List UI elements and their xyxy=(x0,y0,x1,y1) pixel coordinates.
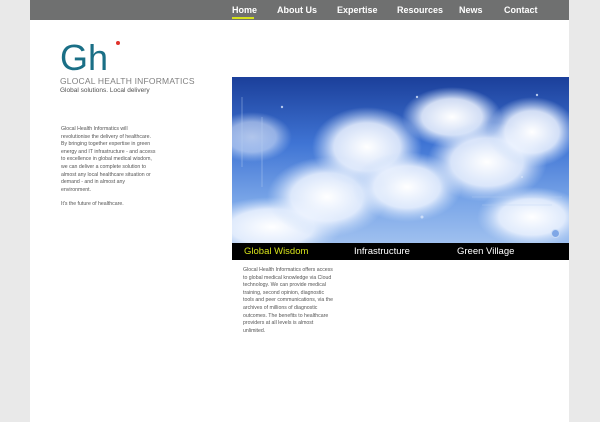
nav-about-us[interactable]: About Us xyxy=(277,3,317,17)
feature-tabs: Global Wisdom Infrastructure Green Villa… xyxy=(232,243,569,260)
nav-home[interactable]: Home xyxy=(232,3,257,17)
tab-description: Glocal Health Informatics offers access … xyxy=(243,267,333,334)
logo-text: Gh xyxy=(60,38,108,78)
brand-name: GLOCAL HEALTH INFORMATICS xyxy=(60,76,195,86)
intro-closing: It's the future of healthcare. xyxy=(61,201,124,208)
tab-infrastructure[interactable]: Infrastructure xyxy=(354,245,410,258)
hero-control-button[interactable] xyxy=(551,229,560,238)
nav-contact[interactable]: Contact xyxy=(504,3,538,17)
tab-green-village[interactable]: Green Village xyxy=(457,245,514,258)
nav-resources[interactable]: Resources xyxy=(397,3,443,17)
page: Home About Us Expertise Resources News C… xyxy=(30,0,569,422)
nav-news[interactable]: News xyxy=(459,3,483,17)
tab-global-wisdom[interactable]: Global Wisdom xyxy=(244,245,308,258)
nav-active-indicator xyxy=(232,17,254,19)
brand-tagline: Global solutions. Local delivery xyxy=(60,87,150,94)
intro-paragraph: Glocal Health Informatics will revolutio… xyxy=(61,126,156,193)
cloud-illustration xyxy=(232,87,569,243)
top-navigation: Home About Us Expertise Resources News C… xyxy=(30,0,569,20)
intro-text: Glocal Health Informatics will revolutio… xyxy=(61,126,156,209)
nav-expertise[interactable]: Expertise xyxy=(337,3,378,17)
logo-mark: Gh xyxy=(60,38,120,78)
hero-cloud-image xyxy=(232,77,569,243)
logo[interactable]: Gh xyxy=(60,38,140,78)
logo-dot xyxy=(116,41,120,45)
